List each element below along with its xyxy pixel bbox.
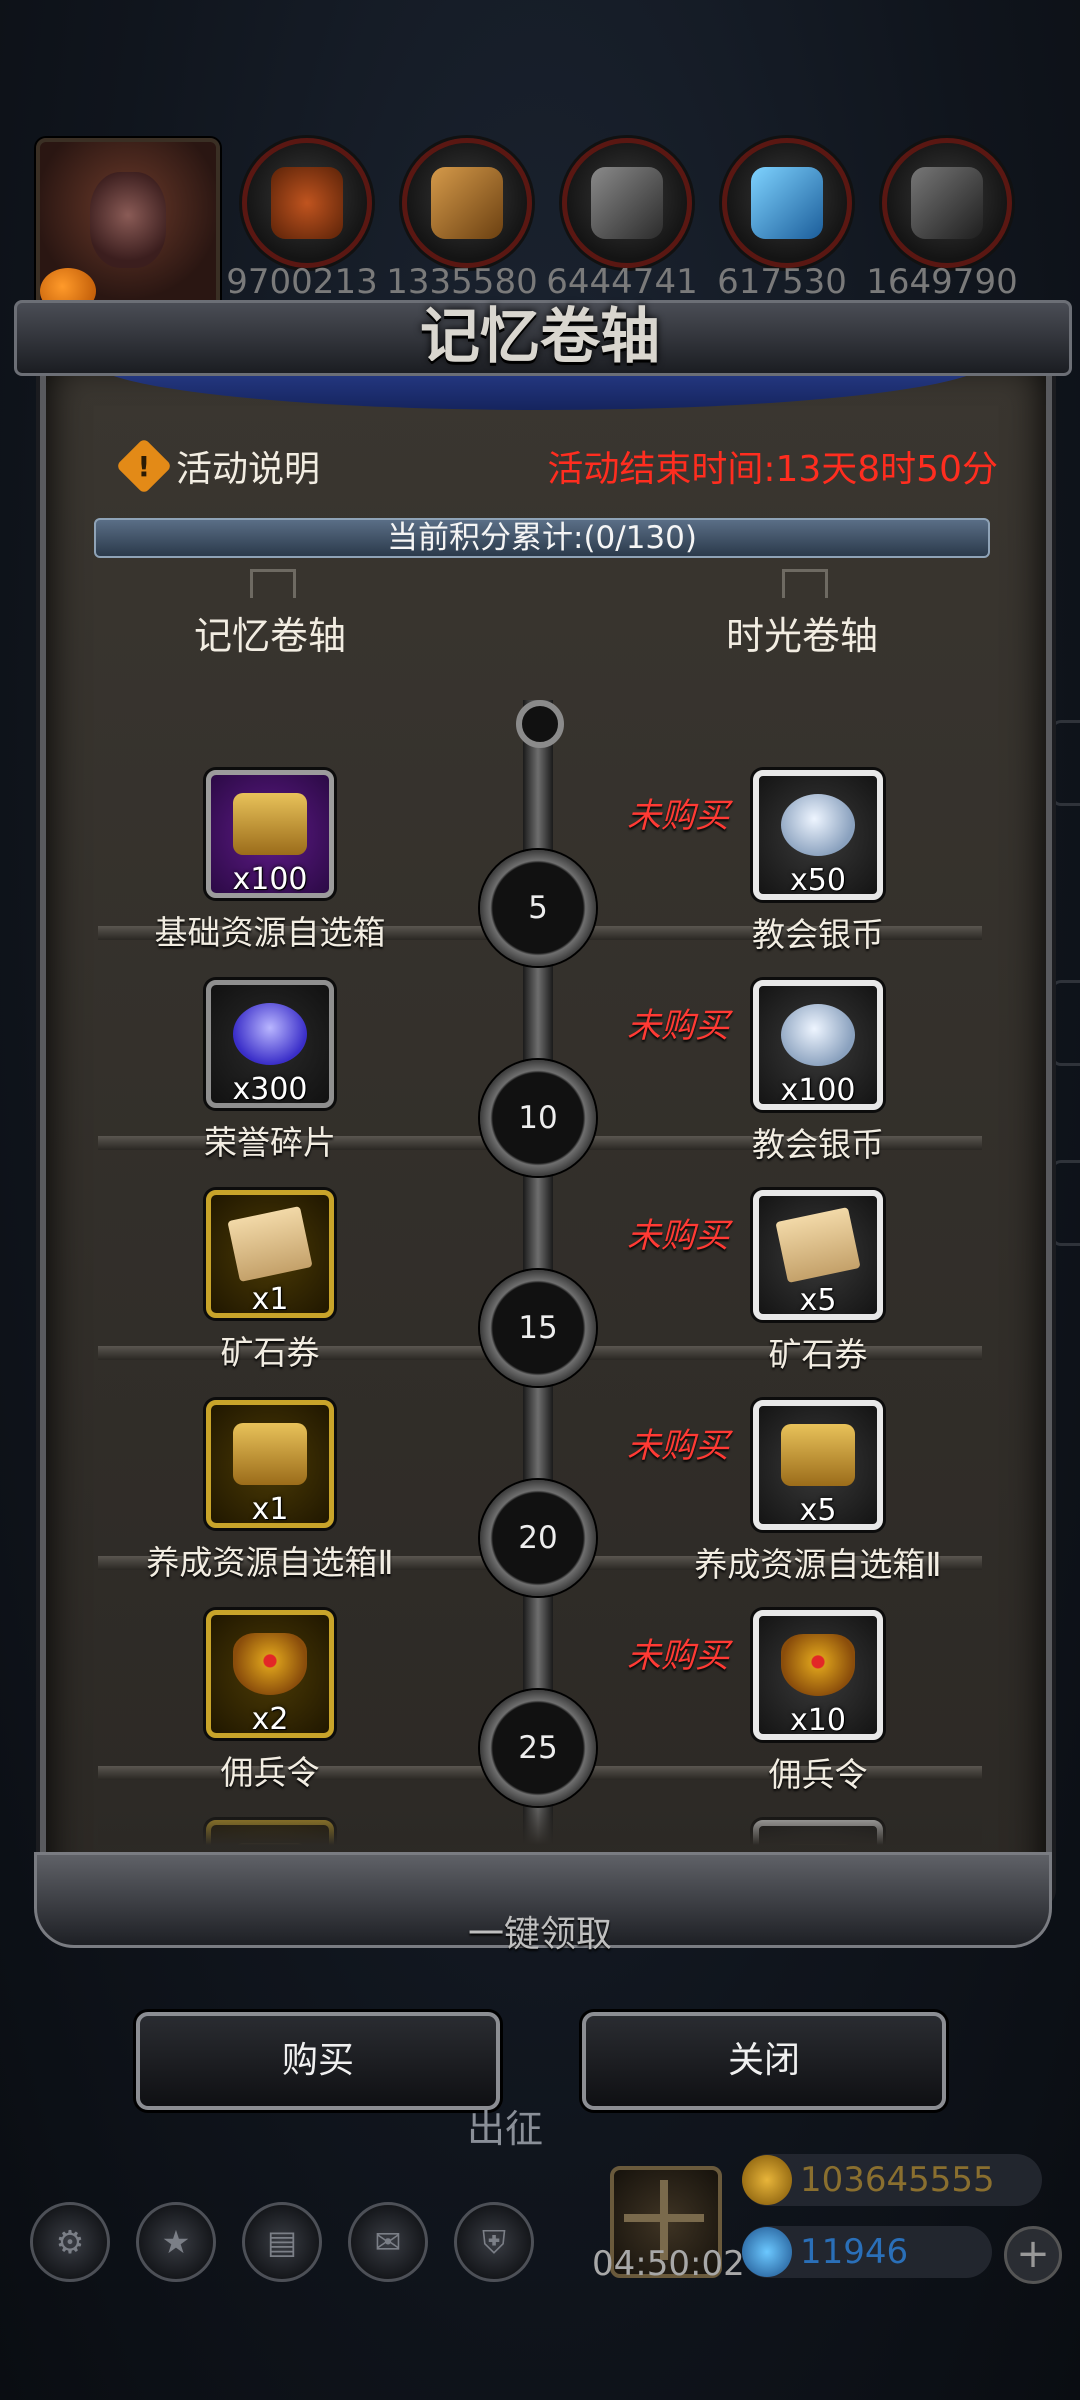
item-slot[interactable]: x5 (753, 1400, 883, 1530)
silver-coin-icon (781, 1004, 855, 1066)
claim-all-button[interactable]: 一键领取 (0, 1905, 1080, 1957)
wood-resource-icon[interactable] (402, 138, 532, 268)
item-quantity: x5 (799, 1283, 837, 1318)
shield-icon[interactable]: ⛨ (454, 2202, 534, 2282)
star-emblem-icon[interactable]: ★ (136, 2202, 216, 2282)
side-decoration (1051, 720, 1080, 806)
chest-icon (233, 1423, 307, 1485)
item-slot[interactable]: x100 (753, 980, 883, 1110)
memory-reward[interactable]: x2 佣兵令 (140, 1610, 400, 1794)
gem-currency: 11946 (742, 2226, 992, 2278)
time-reward[interactable]: x100 教会银币 (688, 980, 948, 1166)
mail-icon[interactable]: ✉ (348, 2202, 428, 2282)
book-icon[interactable]: ▤ (242, 2202, 322, 2282)
settings-gear-icon[interactable]: ⚙ (30, 2202, 110, 2282)
add-currency-plus-icon[interactable]: + (1004, 2226, 1062, 2284)
buy-button[interactable]: 购买 (136, 2012, 500, 2110)
score-progress-bar: 当前积分累计:(0/130) (94, 518, 990, 558)
chest-icon (781, 1424, 855, 1486)
time-reward[interactable]: x10 佣兵令 (688, 1610, 948, 1796)
item-quantity: x1 (251, 1282, 289, 1317)
ore-ticket-icon (227, 1205, 313, 1283)
gold-scroll-icon (742, 2155, 792, 2205)
gem-icon (742, 2227, 792, 2277)
score-progress-text: 当前积分累计:(0/130) (387, 520, 697, 556)
stone-resource-icon[interactable] (562, 138, 692, 268)
item-quantity: x50 (790, 863, 846, 898)
activity-info-link[interactable]: ! 活动说明 (115, 437, 321, 495)
mercenary-badge-icon (233, 1633, 307, 1695)
dialog-title: 记忆卷轴 (420, 302, 660, 372)
activity-info-label: 活动说明 (176, 449, 321, 490)
reward-row: x1 养成资源自选箱Ⅱ 未购买 x5 养成资源自选箱Ⅱ 20 (98, 1360, 982, 1596)
ore-ticket-icon (775, 1206, 861, 1284)
warning-icon: ! (115, 437, 173, 495)
memory-reward[interactable]: x100 基础资源自选箱 (140, 770, 400, 954)
item-slot[interactable]: x1 (206, 1190, 334, 1318)
event-end-time: 活动结束时间:13天8时50分 (547, 449, 998, 490)
item-slot[interactable]: x10 (753, 1610, 883, 1740)
honor-shard-icon (233, 1003, 307, 1065)
item-slot[interactable]: x2 (206, 1610, 334, 1738)
gift-timer: 04:50:02 (592, 2244, 745, 2284)
item-slot[interactable]: x5 (753, 1190, 883, 1320)
mercenary-badge-icon (781, 1634, 855, 1696)
gold-amount: 103645555 (800, 2160, 995, 2200)
item-quantity: x2 (251, 1702, 289, 1737)
crystal-resource-icon[interactable] (722, 138, 852, 268)
memory-reward[interactable]: x300 荣誉碎片 (140, 980, 400, 1164)
reward-list[interactable]: x100 基础资源自选箱 未购买 x50 教会银币 5 x300 荣誉碎片 未购… (98, 700, 982, 1845)
item-quantity: x10 (790, 1703, 846, 1738)
item-slot[interactable]: x50 (753, 770, 883, 900)
reward-row: x2 佣兵令 未购买 x10 佣兵令 25 (98, 1570, 982, 1806)
iron-resource-icon[interactable] (882, 138, 1012, 268)
item-slot[interactable]: x1 (206, 1400, 334, 1528)
reward-row: x300 荣誉碎片 未购买 x100 教会银币 10 (98, 940, 982, 1176)
column-header-memory: 记忆卷轴 (150, 605, 390, 660)
close-button[interactable]: 关闭 (582, 2012, 946, 2110)
time-reward[interactable]: x5 矿石券 (688, 1190, 948, 1376)
reward-row: x100 基础资源自选箱 未购买 x50 教会银币 5 (98, 730, 982, 966)
sortie-label[interactable]: 出征 (0, 2098, 1010, 2153)
memory-reward[interactable]: x1 养成资源自选箱Ⅱ (140, 1400, 400, 1584)
bottom-toolbar: ⚙ ★ ▤ ✉ ⛨ (30, 2202, 534, 2282)
item-quantity: x100 (780, 1073, 856, 1108)
side-decoration (1051, 1160, 1080, 1246)
side-decoration (1051, 980, 1080, 1066)
silver-coin-icon (781, 794, 855, 856)
time-reward[interactable]: x5 养成资源自选箱Ⅱ (688, 1400, 948, 1586)
time-reward[interactable]: x50 教会银币 (688, 770, 948, 956)
chest-icon (233, 793, 307, 855)
item-quantity: x1 (251, 1492, 289, 1527)
avatar-portrait (90, 172, 166, 268)
item-quantity: x5 (799, 1493, 837, 1528)
item-quantity: x300 (232, 1072, 308, 1107)
item-quantity: x100 (232, 862, 308, 897)
item-slot[interactable]: x100 (206, 770, 334, 898)
list-fade (98, 1800, 982, 1845)
gold-currency: 103645555 (742, 2154, 1042, 2206)
memory-reward[interactable]: x1 矿石券 (140, 1190, 400, 1374)
item-slot[interactable]: x300 (206, 980, 334, 1108)
reward-row: x1 矿石券 未购买 x5 矿石券 15 (98, 1150, 982, 1386)
gem-amount: 11946 (800, 2232, 909, 2272)
column-header-time: 时光卷轴 (682, 605, 922, 660)
player-avatar[interactable] (36, 138, 220, 314)
food-resource-icon[interactable] (242, 138, 372, 268)
